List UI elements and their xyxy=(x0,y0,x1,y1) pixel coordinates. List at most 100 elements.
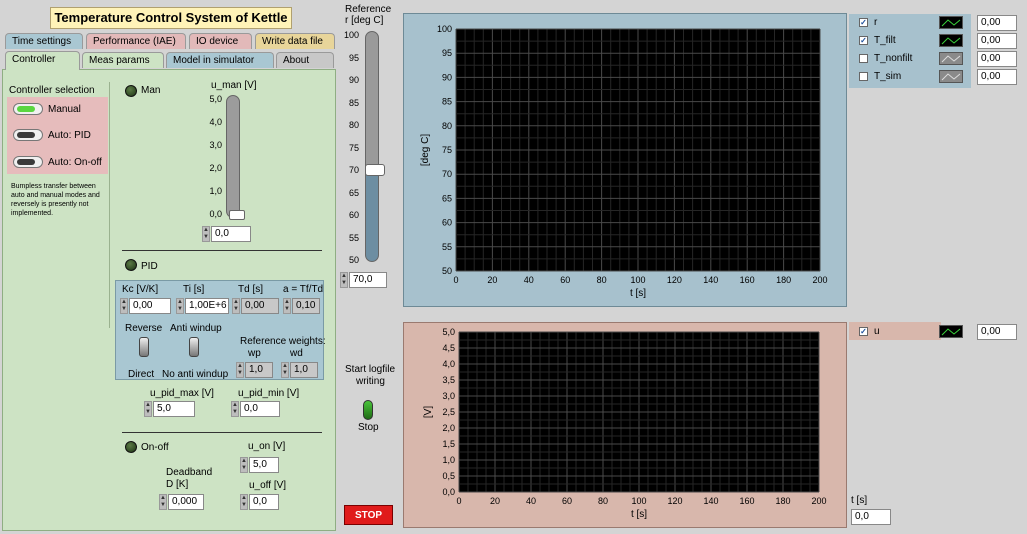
reference-tick: 95 xyxy=(348,52,359,63)
no-anti-windup-label: No anti windup xyxy=(162,369,229,380)
legend-temp-label: T_sim xyxy=(874,71,902,82)
y-tick-label: 2,5 xyxy=(442,407,455,417)
tab-meas-params[interactable]: Meas params xyxy=(82,52,164,68)
onoff-label: On-off xyxy=(141,442,169,453)
wp-stepper[interactable]: ▲ ▼ xyxy=(236,362,244,378)
kc-field[interactable]: 0,00 xyxy=(129,298,171,314)
legend-voltage-checkbox[interactable]: ✓ xyxy=(859,327,868,336)
legend-temp-checkbox[interactable]: ✓ xyxy=(859,36,868,45)
u-pid-max-field[interactable]: 5,0 xyxy=(153,401,195,417)
legend-temp-checkbox[interactable] xyxy=(859,54,868,63)
controller-selection-header: Controller selection xyxy=(9,85,95,96)
reference-tick: 90 xyxy=(348,75,359,85)
td-label: Td [s] xyxy=(238,284,264,295)
y-tick-label: 80 xyxy=(442,121,452,131)
auto-onoff-radio[interactable] xyxy=(13,156,43,168)
legend-temp-plot-style-icon[interactable] xyxy=(939,34,963,47)
u-on-field[interactable]: 5,0 xyxy=(249,457,279,473)
reference-stepper[interactable]: ▲ ▼ xyxy=(340,272,348,288)
wd-field[interactable]: 1,0 xyxy=(290,362,318,378)
y-tick-label: 55 xyxy=(442,242,452,252)
u-man-slider[interactable] xyxy=(226,95,240,218)
kc-stepper[interactable]: ▲ ▼ xyxy=(120,298,128,314)
legend-temp-label: T_filt xyxy=(874,35,896,46)
legend-temp-plot-style-icon[interactable] xyxy=(939,70,963,83)
legend-temp-checkbox[interactable] xyxy=(859,72,868,81)
tab-time-settings[interactable]: Time settings xyxy=(5,33,83,49)
manual-radio[interactable] xyxy=(13,103,43,115)
u-man-slider-thumb[interactable] xyxy=(229,210,245,220)
x-tick-label: 180 xyxy=(776,275,791,285)
y-axis-label: [deg C] xyxy=(420,134,431,166)
deadband-field[interactable]: 0,000 xyxy=(168,494,204,510)
y-tick-label: 1,5 xyxy=(442,439,455,449)
u-man-tick: 2,0 xyxy=(209,163,222,173)
u-man-label: u_man [V] xyxy=(211,80,257,91)
tab-write-data-file[interactable]: Write data file xyxy=(255,33,335,49)
reference-slider[interactable] xyxy=(365,31,379,262)
reference-slider-thumb[interactable] xyxy=(365,164,385,176)
u-man-field[interactable]: 0,0 xyxy=(211,226,251,242)
u-off-field[interactable]: 0,0 xyxy=(249,494,279,510)
wd-label: wd xyxy=(290,348,303,359)
legend-temp-checkbox[interactable]: ✓ xyxy=(859,18,868,27)
u-pid-min-field[interactable]: 0,0 xyxy=(240,401,280,417)
legend-voltage-plot-style-icon[interactable] xyxy=(939,325,963,338)
u-man-stepper[interactable]: ▲ ▼ xyxy=(202,226,210,242)
tab-model-in-simulator[interactable]: Model in simulator xyxy=(166,52,274,68)
legend-temp-value-field: 0,00 xyxy=(977,33,1017,49)
reference-tick: 100 xyxy=(343,30,359,40)
legend-temp-label: T_nonfilt xyxy=(874,53,913,64)
legend-temp-plot-style-icon[interactable] xyxy=(939,52,963,65)
deadband-stepper[interactable]: ▲ ▼ xyxy=(159,494,167,510)
u-pid-min-stepper[interactable]: ▲ ▼ xyxy=(231,401,239,417)
logfile-toggle[interactable] xyxy=(363,400,373,420)
legend-temp-value-field: 0,00 xyxy=(977,51,1017,67)
a-stepper[interactable]: ▲ ▼ xyxy=(283,298,291,314)
x-tick-label: 0 xyxy=(456,496,461,506)
u-pid-max-stepper[interactable]: ▲ ▼ xyxy=(144,401,152,417)
wp-field[interactable]: 1,0 xyxy=(245,362,273,378)
man-led-indicator xyxy=(125,85,137,97)
reference-unit-label: r [deg C] xyxy=(345,15,384,26)
reverse-label: Reverse xyxy=(125,323,163,334)
reference-label: Reference xyxy=(345,4,392,15)
auto-pid-radio[interactable] xyxy=(13,129,43,141)
u-off-stepper[interactable]: ▲ ▼ xyxy=(240,494,248,510)
legend-temp-plot-style-icon[interactable] xyxy=(939,16,963,29)
ti-stepper[interactable]: ▲ ▼ xyxy=(176,298,184,314)
reverse-direct-switch[interactable] xyxy=(139,337,149,357)
x-tick-label: 200 xyxy=(811,496,826,506)
ti-field[interactable]: 1,00E+6 xyxy=(185,298,229,314)
y-tick-label: 5,0 xyxy=(442,327,455,337)
y-tick-label: 3,0 xyxy=(442,391,455,401)
u-on-stepper[interactable]: ▲ ▼ xyxy=(240,457,248,473)
tab-controller[interactable]: Controller xyxy=(5,51,80,70)
x-axis-label: t [s] xyxy=(630,288,646,299)
section-divider xyxy=(122,250,322,251)
tab-about[interactable]: About xyxy=(276,52,334,68)
a-field[interactable]: 0,10 xyxy=(292,298,320,314)
x-tick-label: 80 xyxy=(598,496,608,506)
u-man-tick: 5,0 xyxy=(209,94,222,104)
temperature-chart: 100 95 90 85 80 75 70 65 60 55 500 20 40 60 80 100 120 14… xyxy=(420,24,828,299)
wp-label: wp xyxy=(248,348,261,359)
reference-tick: 85 xyxy=(348,97,359,108)
u-on-label: u_on [V] xyxy=(248,441,286,452)
reference-tick: 55 xyxy=(348,232,359,243)
x-tick-label: 200 xyxy=(812,275,827,285)
td-stepper[interactable]: ▲ ▼ xyxy=(232,298,240,314)
y-tick-label: 85 xyxy=(442,97,452,107)
time-label: t [s] xyxy=(851,495,868,506)
wd-stepper[interactable]: ▲ ▼ xyxy=(281,362,289,378)
td-field[interactable]: 0,00 xyxy=(241,298,279,314)
stop-button[interactable]: STOP xyxy=(344,505,393,525)
a-label: a = Tf/Td xyxy=(283,284,324,295)
anti-windup-switch[interactable] xyxy=(189,337,199,357)
tab-io-device[interactable]: IO device xyxy=(189,33,252,49)
reference-field[interactable]: 70,0 xyxy=(349,272,387,288)
x-tick-label: 100 xyxy=(630,275,645,285)
tab-performance[interactable]: Performance (IAE) xyxy=(86,33,186,49)
x-tick-label: 40 xyxy=(526,496,536,506)
x-tick-label: 20 xyxy=(490,496,500,506)
